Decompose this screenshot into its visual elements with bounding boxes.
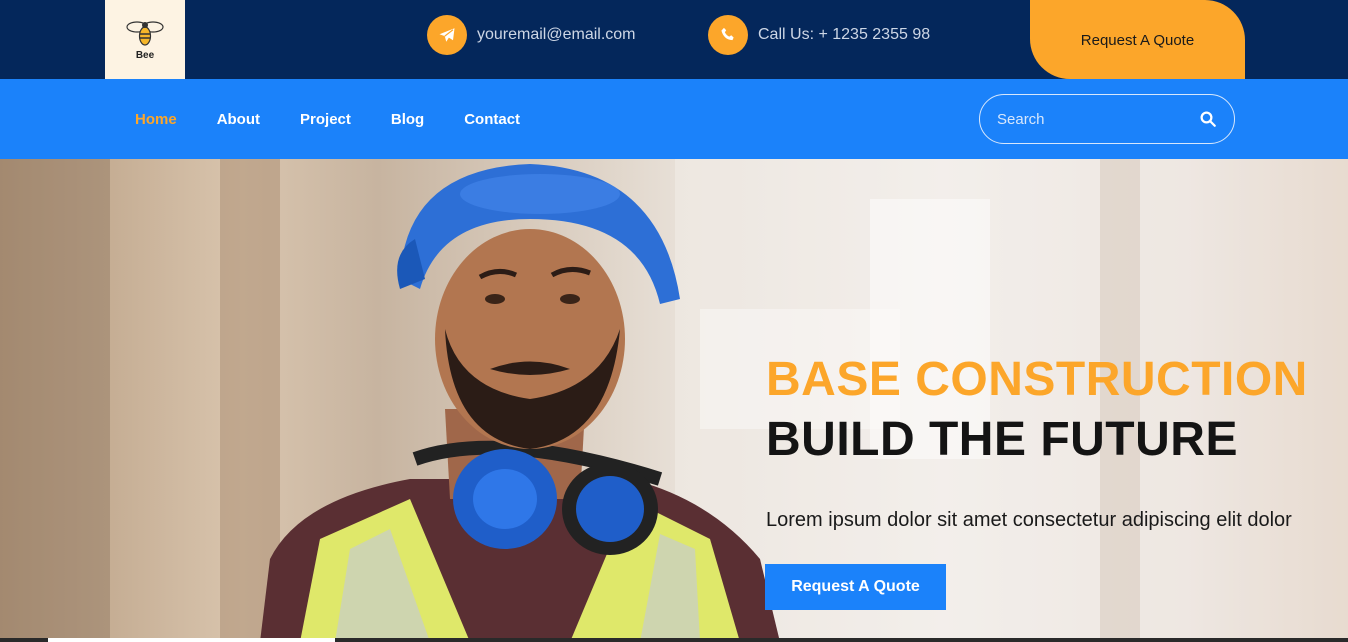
nav-item-contact[interactable]: Contact (464, 111, 520, 128)
search-input[interactable] (997, 110, 1177, 128)
email-text: youremail@email.com (477, 26, 636, 43)
hero-title: BASE CONSTRUCTION (766, 353, 1308, 406)
request-quote-hero-button[interactable]: Request A Quote (765, 564, 946, 610)
hero-description: Lorem ipsum dolor sit amet consectetur a… (766, 509, 1292, 531)
nav-item-project[interactable]: Project (300, 111, 351, 128)
nav-bar: Home About Project Blog Contact (0, 79, 1348, 159)
search-box (979, 94, 1235, 144)
phone-contact[interactable]: Call Us: + 1235 2355 98 (708, 15, 930, 55)
email-contact[interactable]: youremail@email.com (427, 15, 636, 55)
top-bar: Bee youremail@email.com Call Us: + 1235 … (0, 0, 1348, 79)
nav-item-about[interactable]: About (217, 111, 260, 128)
logo-text: Bee (135, 50, 155, 61)
paper-plane-icon (427, 15, 467, 55)
search-icon[interactable] (1199, 110, 1217, 128)
hero-subtitle: BUILD THE FUTURE (766, 413, 1238, 466)
slider-progress (48, 638, 335, 642)
nav-item-blog[interactable]: Blog (391, 111, 424, 128)
request-quote-top-button[interactable]: Request A Quote (1030, 0, 1245, 79)
logo[interactable]: Bee (105, 0, 185, 79)
construction-worker-image (260, 164, 780, 642)
phone-icon (708, 15, 748, 55)
bottom-divider (0, 638, 1348, 642)
nav-item-home[interactable]: Home (135, 111, 177, 128)
bee-icon (126, 21, 164, 46)
hero-section: BASE CONSTRUCTION BUILD THE FUTURE Lorem… (0, 159, 1348, 642)
phone-text: Call Us: + 1235 2355 98 (758, 26, 931, 43)
nav-links: Home About Project Blog Contact (135, 79, 560, 159)
